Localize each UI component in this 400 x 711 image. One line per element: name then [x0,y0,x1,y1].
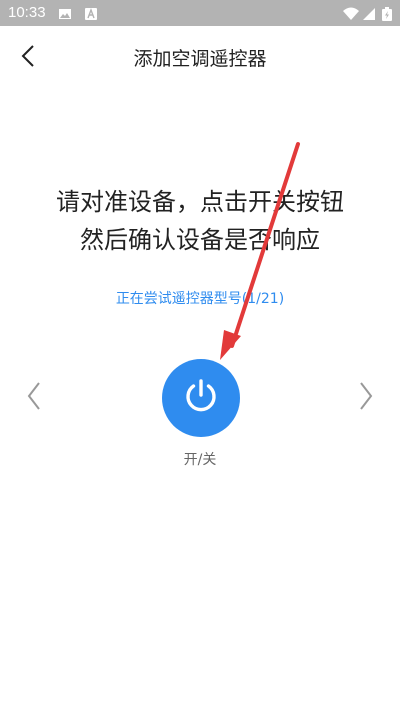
next-model-button[interactable] [354,382,378,414]
signal-icon [362,6,376,20]
status-bar: 10:33 [0,0,400,26]
page-title: 添加空调遥控器 [133,48,267,70]
a-icon [84,6,98,20]
instruction-line-2: 然后确认设备是否响应 [80,226,320,254]
trying-model-text: 正在尝试遥控器型号(1/21) [115,291,285,307]
chevron-left-icon [27,382,41,414]
chevron-right-icon [359,382,373,414]
prev-model-button[interactable] [22,382,46,414]
wifi-icon [343,6,359,20]
power-button[interactable] [162,359,240,437]
status-time: 10:33 [8,4,46,21]
power-label: 开/关 [183,452,217,468]
power-icon [181,376,221,420]
annotation-arrow [220,142,300,360]
image-icon [58,6,72,20]
instruction-line-1: 请对准设备，点击开关按钮 [56,188,344,216]
battery-icon [382,6,392,21]
